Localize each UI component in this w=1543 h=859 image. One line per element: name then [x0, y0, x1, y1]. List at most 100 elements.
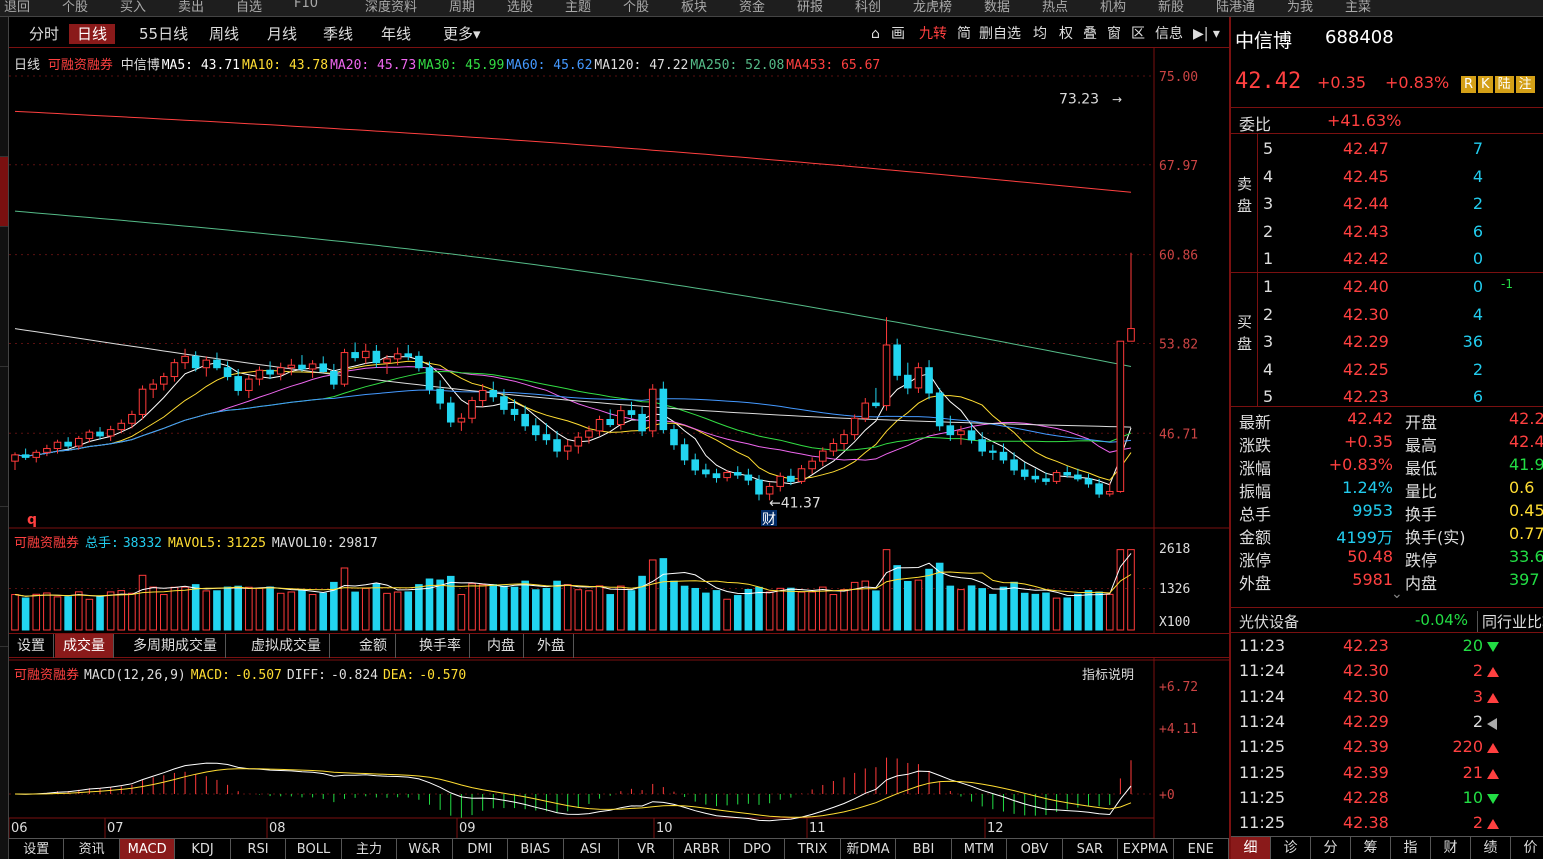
period-tab[interactable]: 55日线 — [131, 24, 196, 44]
candle[interactable] — [478, 384, 487, 407]
detail-tab[interactable]: 绩 — [1471, 837, 1511, 859]
tick-row[interactable]: 11:25 42.28 10 — [1231, 786, 1543, 811]
sell-level-row[interactable]: 2 42.43 6 — [1231, 218, 1513, 245]
candle[interactable] — [935, 387, 944, 431]
indicator-tab[interactable]: W&R — [397, 839, 453, 859]
candle[interactable] — [96, 427, 104, 440]
top-menu-item[interactable]: F10 — [294, 0, 318, 11]
candle[interactable] — [202, 356, 211, 377]
top-menu-item[interactable]: 龙虎榜 — [913, 0, 952, 15]
period-tab[interactable]: 月线 — [259, 24, 305, 44]
detail-tab[interactable]: 分 — [1311, 837, 1351, 859]
top-menu-item[interactable]: 周期 — [449, 0, 475, 15]
period-tab[interactable]: 年线 — [373, 24, 419, 44]
candle[interactable] — [138, 385, 147, 420]
detail-tab[interactable]: 指 — [1391, 837, 1431, 859]
candle[interactable] — [925, 360, 933, 400]
toolbar-item[interactable]: 均 — [1033, 24, 1047, 44]
candle[interactable] — [276, 362, 285, 381]
detail-tab[interactable]: 财 — [1431, 837, 1471, 859]
candle[interactable] — [149, 379, 157, 399]
tick-row[interactable]: 11:24 42.29 2 — [1231, 710, 1543, 735]
indicator-tab[interactable]: RSI — [231, 839, 287, 859]
tick-row[interactable]: 11:25 42.38 2 — [1231, 811, 1543, 836]
candle[interactable] — [1127, 252, 1135, 342]
stock-badge[interactable]: R — [1461, 76, 1477, 93]
indicator-tab[interactable]: DMI — [453, 839, 509, 859]
candle[interactable] — [255, 366, 264, 386]
candle[interactable] — [223, 361, 232, 381]
sell-level-row[interactable]: 3 42.44 2 — [1231, 190, 1513, 217]
top-menu-item[interactable]: 机构 — [1100, 0, 1126, 15]
indicator-tab[interactable]: 新DMA — [841, 839, 897, 859]
candle[interactable] — [1116, 340, 1125, 493]
top-menu-item[interactable]: 新股 — [1158, 0, 1184, 15]
volume-tab[interactable]: 设置 — [9, 634, 54, 658]
top-menu-item[interactable]: 自选 — [236, 0, 262, 15]
candle[interactable] — [904, 362, 912, 395]
candle[interactable] — [425, 361, 434, 395]
candle[interactable] — [436, 380, 444, 410]
volume-tab[interactable]: 换手率 — [411, 634, 470, 658]
top-menu-item[interactable]: 板块 — [681, 0, 707, 15]
detail-tab[interactable]: 诊 — [1271, 837, 1311, 859]
candle[interactable] — [1084, 473, 1093, 488]
volume-tab[interactable]: 成交量 — [55, 634, 114, 658]
left-strip-segment[interactable] — [0, 227, 8, 367]
candle[interactable] — [850, 414, 859, 440]
period-tab[interactable]: 季线 — [315, 24, 361, 44]
candle[interactable] — [1105, 482, 1114, 497]
candle[interactable] — [872, 387, 880, 409]
candle[interactable] — [340, 348, 349, 387]
buy-level-row[interactable]: 3 42.29 36 — [1231, 328, 1513, 355]
candle[interactable] — [1020, 462, 1029, 481]
draw-tool-icon[interactable]: ⌂ — [871, 24, 880, 44]
tick-row[interactable]: 11:24 42.30 2 — [1231, 659, 1543, 684]
top-menu-item[interactable]: 为我 — [1287, 0, 1313, 15]
detail-tab[interactable]: 价 — [1511, 837, 1543, 859]
candle[interactable] — [638, 406, 646, 436]
top-menu-item[interactable]: 资金 — [739, 0, 765, 15]
candle[interactable] — [818, 447, 827, 467]
candle[interactable] — [266, 361, 274, 380]
top-menu-item[interactable]: 卖出 — [178, 0, 204, 15]
candle[interactable] — [659, 381, 668, 434]
top-menu-item[interactable]: 研报 — [797, 0, 823, 15]
candle[interactable] — [1042, 472, 1050, 486]
stock-badge[interactable]: K — [1478, 76, 1493, 93]
candle[interactable] — [245, 375, 253, 399]
indicator-tab[interactable]: VR — [619, 839, 675, 859]
top-menu-item[interactable]: 个股 — [623, 0, 649, 15]
candle[interactable] — [489, 381, 498, 402]
top-menu-item[interactable]: 选股 — [507, 0, 533, 15]
candle[interactable] — [606, 409, 614, 428]
period-tab[interactable]: 分时 — [21, 24, 67, 44]
buy-level-row[interactable]: 5 42.23 6 — [1231, 383, 1513, 410]
indicator-tab[interactable]: 主力 — [342, 839, 398, 859]
kline-chart[interactable]: 75.00 67.97 60.86 53.82 46.71 73.23 → ←41.37财 q 2… — [9, 48, 1229, 838]
indicator-tab[interactable]: 设置 — [9, 839, 65, 859]
candle[interactable] — [840, 429, 848, 450]
candle[interactable] — [43, 444, 51, 457]
candle[interactable] — [32, 449, 41, 463]
candle[interactable] — [744, 468, 753, 486]
candle[interactable] — [160, 372, 168, 391]
candle[interactable] — [181, 348, 189, 369]
candle[interactable] — [978, 432, 986, 457]
candle[interactable] — [797, 464, 806, 484]
tick-row[interactable]: 11:23 42.23 20 — [1231, 634, 1543, 659]
toolbar-item[interactable]: 区 — [1131, 24, 1145, 44]
candle[interactable] — [532, 418, 540, 441]
stock-badge[interactable]: 注 — [1515, 76, 1535, 93]
candle[interactable] — [882, 317, 891, 411]
candle[interactable] — [21, 448, 30, 460]
candle[interactable] — [914, 362, 923, 393]
top-menu-item[interactable]: 买入 — [120, 0, 146, 15]
top-menu-item[interactable]: 陆港通 — [1216, 0, 1255, 15]
candle[interactable] — [563, 439, 572, 460]
period-tab[interactable]: 日线 — [69, 24, 116, 44]
candle[interactable] — [11, 452, 19, 471]
left-strip-segment-active[interactable] — [0, 157, 8, 227]
buy-level-row[interactable]: 4 42.25 2 — [1231, 356, 1513, 383]
volume-tab[interactable]: 虚拟成交量 — [243, 634, 330, 658]
